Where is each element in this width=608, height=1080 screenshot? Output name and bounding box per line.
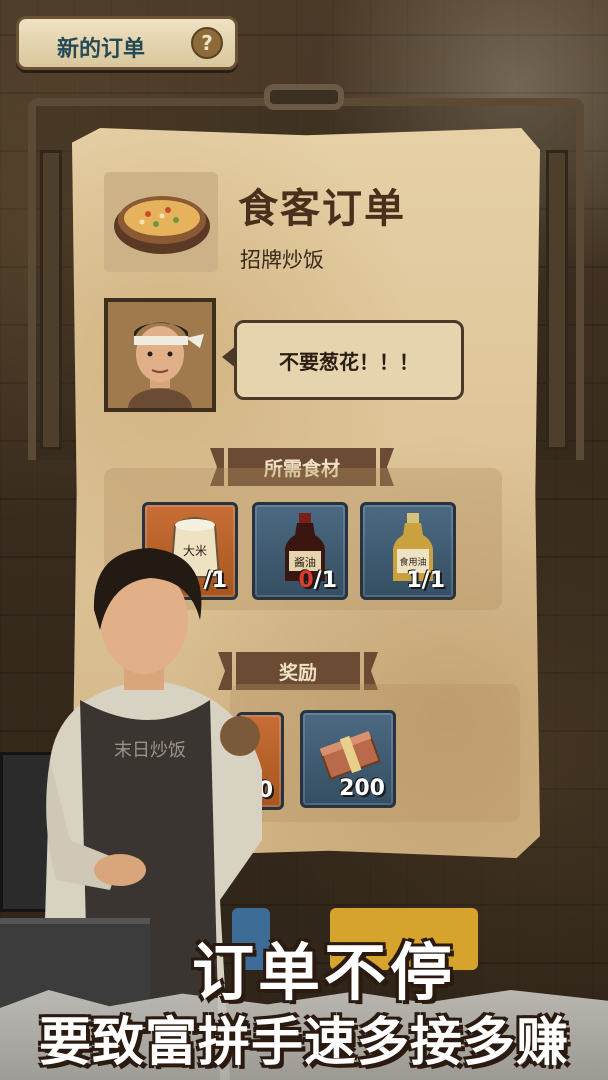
clipboard-side-left [40,150,62,450]
clipboard-clip [264,84,344,110]
customer-speech-bubble: 不要葱花！！！ [222,320,464,400]
reward-slot-cash[interactable]: 200 [300,710,396,808]
help-icon[interactable]: ? [191,27,223,59]
customer-request: 不要葱花！！！ [279,349,419,374]
ingredient-count-soy-sauce: 0/1 [298,568,337,593]
customer-face-icon [108,302,212,408]
clipboard-side-right [546,150,568,450]
dish-name: 招牌炒饭 [240,248,324,272]
new-order-title: 新的订单 [57,37,146,62]
ingredient-slot-oil[interactable]: 食用油 1/1 [360,502,456,600]
oil-label: 食用油 [399,556,426,568]
reward-value-cash: 200 [339,776,385,801]
fried-rice-icon [114,196,210,254]
promo-caption-line2: 要致富拼手速多接多赚 [38,1013,569,1073]
customer-portrait [104,298,216,412]
apron-text: 末日炒饭 [114,740,186,761]
order-title: 食客订单 [238,185,406,232]
ingredient-count-oil: 1/1 [406,568,445,593]
new-order-badge[interactable]: 新的订单 ? [16,16,238,70]
promo-caption-line1: 订单不停 [191,936,456,1009]
